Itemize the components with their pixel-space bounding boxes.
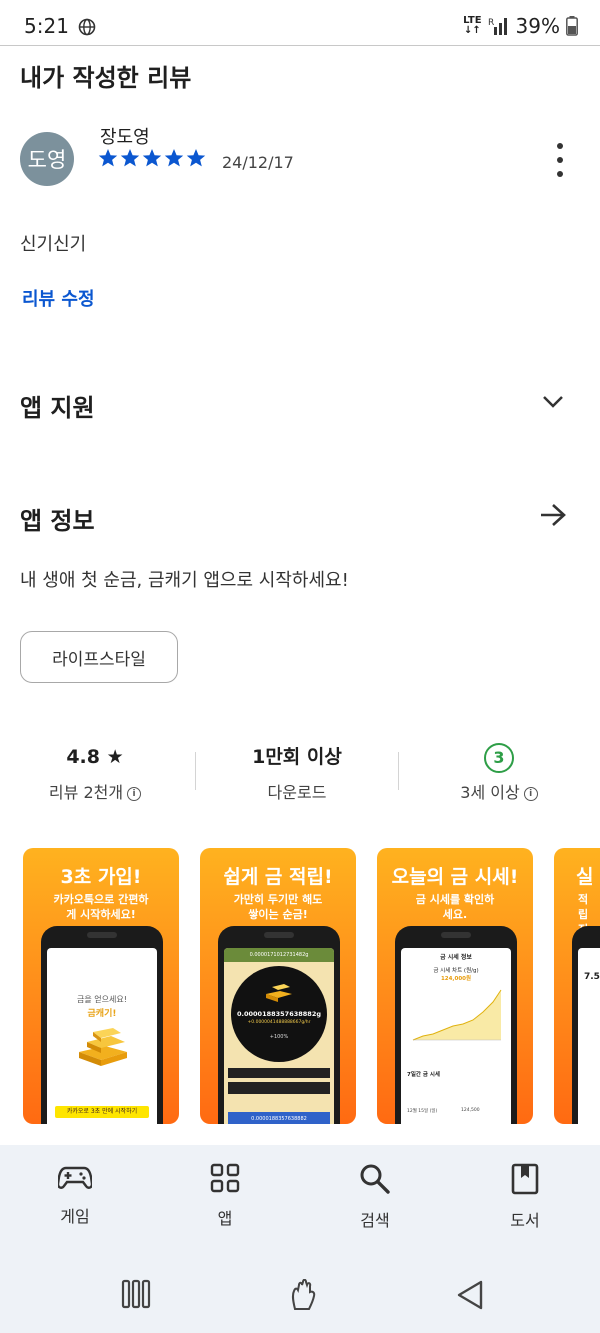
kakao-start-button: 카카오로 3초 만에 시작하기 bbox=[55, 1106, 149, 1118]
screen-balance-top: 0.0000171012731482g bbox=[224, 948, 334, 962]
svg-text:R: R bbox=[488, 18, 494, 28]
review-date: 24/12/17 bbox=[222, 153, 294, 172]
nav-books-label: 도서 bbox=[510, 1211, 540, 1230]
phone-screen: 금 시세 정보 금 시세 차트 (원/g) 124,000원 7일간 금 시세 … bbox=[401, 948, 511, 1124]
nav-search-label: 검색 bbox=[360, 1211, 390, 1230]
screenshot-carousel[interactable]: 3초 가입! 카카오톡으로 간편하게 시작하세요! 금을 얻으세요! 금캐기! … bbox=[0, 846, 600, 1126]
screenshot-3[interactable]: 오늘의 금 시세! 금 시세를 확인하세요. 금 시세 정보 금 시세 차트 (… bbox=[377, 848, 533, 1124]
info-icon[interactable]: i bbox=[523, 786, 538, 801]
battery-percent: 39% bbox=[515, 14, 560, 38]
age-rating-badge: 3 bbox=[484, 743, 514, 773]
book-icon bbox=[511, 1163, 539, 1195]
phone-mockup: 0.0000171012731482g 0.0000188357638882g … bbox=[218, 926, 340, 1124]
home-icon[interactable] bbox=[289, 1279, 319, 1311]
gamepad-icon bbox=[56, 1166, 94, 1189]
system-navigation-bar bbox=[0, 1245, 600, 1333]
my-review-title: 내가 작성한 리뷰 bbox=[20, 64, 192, 92]
arrow-right-icon[interactable] bbox=[538, 502, 568, 528]
nav-books[interactable]: 도서 bbox=[470, 1163, 580, 1231]
screenshot-2[interactable]: 쉽게 금 적립! 가만히 두기만 해도 쌓이는 순금! 0.0000171012… bbox=[200, 848, 356, 1124]
more-options-icon[interactable] bbox=[553, 143, 567, 177]
screen-text: 7.5 bbox=[584, 972, 600, 982]
gold-bar-icon bbox=[266, 984, 292, 1002]
phone-mockup: 금 시세 정보 금 시세 차트 (원/g) 124,000원 7일간 금 시세 … bbox=[395, 926, 517, 1124]
screenshot-title: 오늘의 금 시세! bbox=[391, 866, 519, 888]
screen-panel-title: 금 시세 정보 bbox=[440, 954, 472, 961]
stat-age: 3 3세 이상 i bbox=[404, 742, 594, 803]
downloads-label: 다운로드 bbox=[267, 783, 327, 802]
category-chip[interactable]: 라이프스타일 bbox=[20, 631, 178, 683]
screen-balance: 0.0000188357638882g bbox=[236, 1010, 321, 1018]
phone-screen: 0.0000171012731482g 0.0000188357638882g … bbox=[224, 948, 334, 1124]
gold-price-chart bbox=[412, 989, 502, 1041]
screenshot-subtitle: 가만히 두기만 해도 쌓이는 순금! bbox=[233, 893, 323, 921]
star-icon bbox=[164, 149, 184, 167]
bottom-navigation: 게임 앱 검색 도서 bbox=[0, 1145, 600, 1245]
avatar: 도영 bbox=[20, 132, 74, 186]
stat-rating: 4.8 ★ 리뷰 2천개 i bbox=[0, 742, 190, 803]
top-divider bbox=[0, 45, 600, 46]
screen-balance-bottom: 0.0000188357638882 bbox=[228, 1112, 330, 1124]
star-icon bbox=[120, 149, 140, 167]
battery-icon bbox=[566, 16, 578, 36]
info-icon[interactable]: i bbox=[127, 786, 142, 801]
phone-mockup: 금을 얻으세요! 금캐기! 카카오로 3초 만에 시작하기 bbox=[41, 926, 163, 1124]
apps-grid-icon bbox=[210, 1163, 240, 1193]
search-icon bbox=[360, 1164, 390, 1194]
stat-downloads: 1만회 이상 다운로드 bbox=[202, 742, 392, 803]
screenshot-title: 3초 가입! bbox=[60, 866, 142, 888]
status-indicators: LTE ↓↑ R 39% bbox=[463, 14, 578, 38]
screen-highlight: 금캐기! bbox=[87, 1009, 117, 1019]
star-icon bbox=[142, 149, 162, 167]
star-icon bbox=[98, 149, 118, 167]
star-icon: ★ bbox=[106, 746, 124, 768]
screen-rate: +0.0000041488888667g/hr bbox=[247, 1020, 311, 1025]
phone-screen: 금을 얻으세요! 금캐기! 카카오로 3초 만에 시작하기 bbox=[47, 948, 157, 1124]
phone-mockup: 7.5 bbox=[572, 926, 600, 1124]
screenshot-title: 쉽게 금 적립! bbox=[223, 866, 333, 888]
review-text: 신기신기 bbox=[20, 234, 87, 255]
screen-list-title: 7일간 금 시세 bbox=[407, 1072, 440, 1078]
screen-text: 금을 얻으세요! bbox=[77, 995, 127, 1004]
rating-stars bbox=[98, 148, 206, 168]
screen-price: 124,000원 bbox=[440, 976, 472, 982]
nav-games-label: 게임 bbox=[60, 1207, 90, 1226]
screenshot-4[interactable]: 실 적립 전 7.5 bbox=[554, 848, 600, 1124]
about-description: 내 생애 첫 순금, 금캐기 앱으로 시작하세요! bbox=[20, 570, 349, 591]
edit-review-link[interactable]: 리뷰 수정 bbox=[22, 285, 95, 311]
screen-list-price: 124,500 bbox=[461, 1108, 480, 1113]
about-title[interactable]: 앱 정보 bbox=[20, 501, 95, 536]
screenshot-title: 실 bbox=[576, 866, 594, 888]
nav-apps[interactable]: 앱 bbox=[170, 1163, 280, 1229]
app-support-title[interactable]: 앱 지원 bbox=[20, 388, 95, 423]
globe-icon bbox=[78, 18, 96, 36]
gold-bar-icon bbox=[79, 1028, 127, 1066]
star-icon bbox=[186, 149, 206, 167]
nav-games[interactable]: 게임 bbox=[20, 1163, 130, 1227]
chevron-down-icon[interactable] bbox=[541, 393, 565, 411]
status-time: 5:21 bbox=[24, 14, 69, 38]
screenshot-subtitle: 카카오톡으로 간편하게 시작하세요! bbox=[53, 893, 149, 921]
reviewer-name: 장도영 bbox=[100, 127, 150, 148]
stat-divider bbox=[195, 752, 196, 790]
back-icon[interactable] bbox=[455, 1279, 485, 1311]
signal-icon: R bbox=[488, 18, 507, 35]
screen-percent: +100% bbox=[269, 1034, 289, 1040]
stat-divider bbox=[398, 752, 399, 790]
rating-value: 4.8 bbox=[66, 746, 100, 768]
downloads-value: 1만회 이상 bbox=[252, 746, 342, 768]
screen-list-date: 12월 15일 (일) bbox=[407, 1109, 438, 1114]
phone-screen: 7.5 bbox=[578, 948, 600, 1124]
nav-search[interactable]: 검색 bbox=[320, 1163, 430, 1231]
network-type: LTE ↓↑ bbox=[463, 15, 482, 36]
nav-apps-label: 앱 bbox=[217, 1209, 233, 1228]
screen-chart-title: 금 시세 차트 (원/g) bbox=[433, 968, 479, 974]
review-count: 리뷰 2천개 bbox=[48, 783, 124, 802]
screenshot-1[interactable]: 3초 가입! 카카오톡으로 간편하게 시작하세요! 금을 얻으세요! 금캐기! … bbox=[23, 848, 179, 1124]
status-bar: 5:21 LTE ↓↑ R 39% bbox=[0, 0, 600, 46]
screenshot-subtitle: 금 시세를 확인하세요. bbox=[415, 893, 495, 921]
recent-apps-icon[interactable] bbox=[121, 1279, 151, 1309]
age-rating-label: 3세 이상 bbox=[460, 783, 520, 802]
